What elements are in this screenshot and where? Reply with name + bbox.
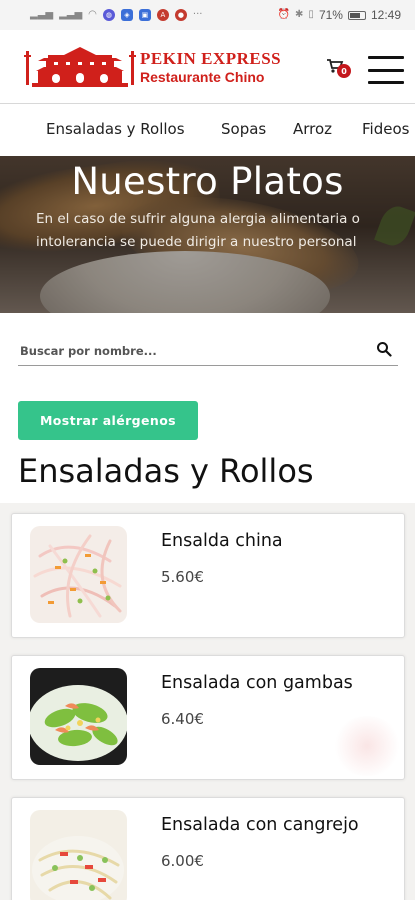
category-nav[interactable]: Ensaladas y Rollos Sopas Arroz Fideos: [0, 104, 415, 156]
search-bar: [18, 336, 398, 366]
battery-percentage: 71%: [318, 8, 343, 22]
status-notifications: ▂▃▅ ▂▃▅ ◠ ◍ ◈ ▣ A ● ···: [30, 9, 202, 21]
show-allergens-button[interactable]: Mostrar alérgenos: [18, 401, 198, 440]
dish-image[interactable]: [30, 810, 127, 900]
hamburger-menu-button[interactable]: [368, 56, 404, 84]
search-icon[interactable]: [376, 341, 392, 357]
hamburger-line: [368, 56, 404, 59]
hero-banner: Nuestro Platos En el caso de sufrir algu…: [0, 156, 415, 313]
wifi-icon: ◠: [88, 9, 97, 20]
category-fideos[interactable]: Fideos: [362, 120, 409, 138]
salad-shrimp-image: [30, 668, 127, 765]
signal-icon: ▂▃▅: [30, 9, 54, 20]
category-arroz[interactable]: Arroz: [293, 120, 332, 138]
category-ensaladas[interactable]: Ensaladas y Rollos: [46, 120, 185, 138]
status-bar: ▂▃▅ ▂▃▅ ◠ ◍ ◈ ▣ A ● ··· ⏰ ✱ ▯ 71% 12:49: [0, 0, 415, 30]
status-system: ⏰ ✱ ▯ 71% 12:49: [278, 8, 401, 22]
hamburger-line: [368, 68, 404, 72]
brand-title: PEKIN EXPRESS: [140, 49, 282, 68]
bluetooth-icon: ✱: [295, 9, 304, 20]
section-title: Ensaladas y Rollos: [18, 452, 314, 490]
app-notification-icon: ◍: [102, 9, 115, 21]
cart-button[interactable]: 0: [326, 58, 352, 80]
more-notifications-icon: ···: [192, 9, 203, 20]
hero-title: Nuestro Platos: [71, 160, 344, 203]
square-notification-icon: ▣: [138, 9, 151, 21]
dish-card[interactable]: Ensalda china 5.60€: [11, 513, 405, 638]
battery-level: [349, 12, 360, 18]
dish-name: Ensalda china: [161, 531, 283, 551]
hero-description: En el caso de sufrir alguna alergia alim…: [36, 211, 360, 250]
search-input[interactable]: [20, 340, 350, 362]
background-decoration: [332, 716, 402, 776]
brand-logo[interactable]: PEKIN EXPRESS Restaurante Chino: [24, 38, 304, 96]
dish-name: Ensalada con gambas: [161, 673, 353, 693]
hamburger-line: [368, 81, 404, 84]
site-header: PEKIN EXPRESS Restaurante Chino 0: [0, 30, 415, 104]
brand-subtitle: Restaurante Chino: [140, 69, 265, 85]
dish-card[interactable]: Ensalada con cangrejo 6.00€: [11, 797, 405, 900]
record-notification-icon: ●: [174, 9, 187, 21]
battery-icon: [347, 10, 366, 20]
vibrate-icon: ▯: [308, 9, 314, 20]
app-a-notification-icon: A: [156, 9, 169, 21]
salad-shredded-image: [30, 526, 127, 623]
shield-notification-icon: ◈: [120, 9, 133, 21]
dish-price: 5.60€: [161, 568, 204, 586]
cart-count-badge: 0: [337, 64, 351, 78]
signal-2-icon: ▂▃▅: [59, 9, 83, 20]
dish-name: Ensalada con cangrejo: [161, 815, 359, 835]
dish-price: 6.00€: [161, 852, 204, 870]
dish-image[interactable]: [30, 526, 127, 623]
alarm-icon: ⏰: [277, 9, 291, 20]
salad-crab-image: [30, 810, 127, 900]
dish-card[interactable]: Ensalada con gambas 6.40€: [11, 655, 405, 780]
gate-icon: [24, 47, 136, 87]
clock: 12:49: [370, 8, 401, 22]
dish-image[interactable]: [30, 668, 127, 765]
category-sopas[interactable]: Sopas: [221, 120, 266, 138]
dish-price: 6.40€: [161, 710, 204, 728]
